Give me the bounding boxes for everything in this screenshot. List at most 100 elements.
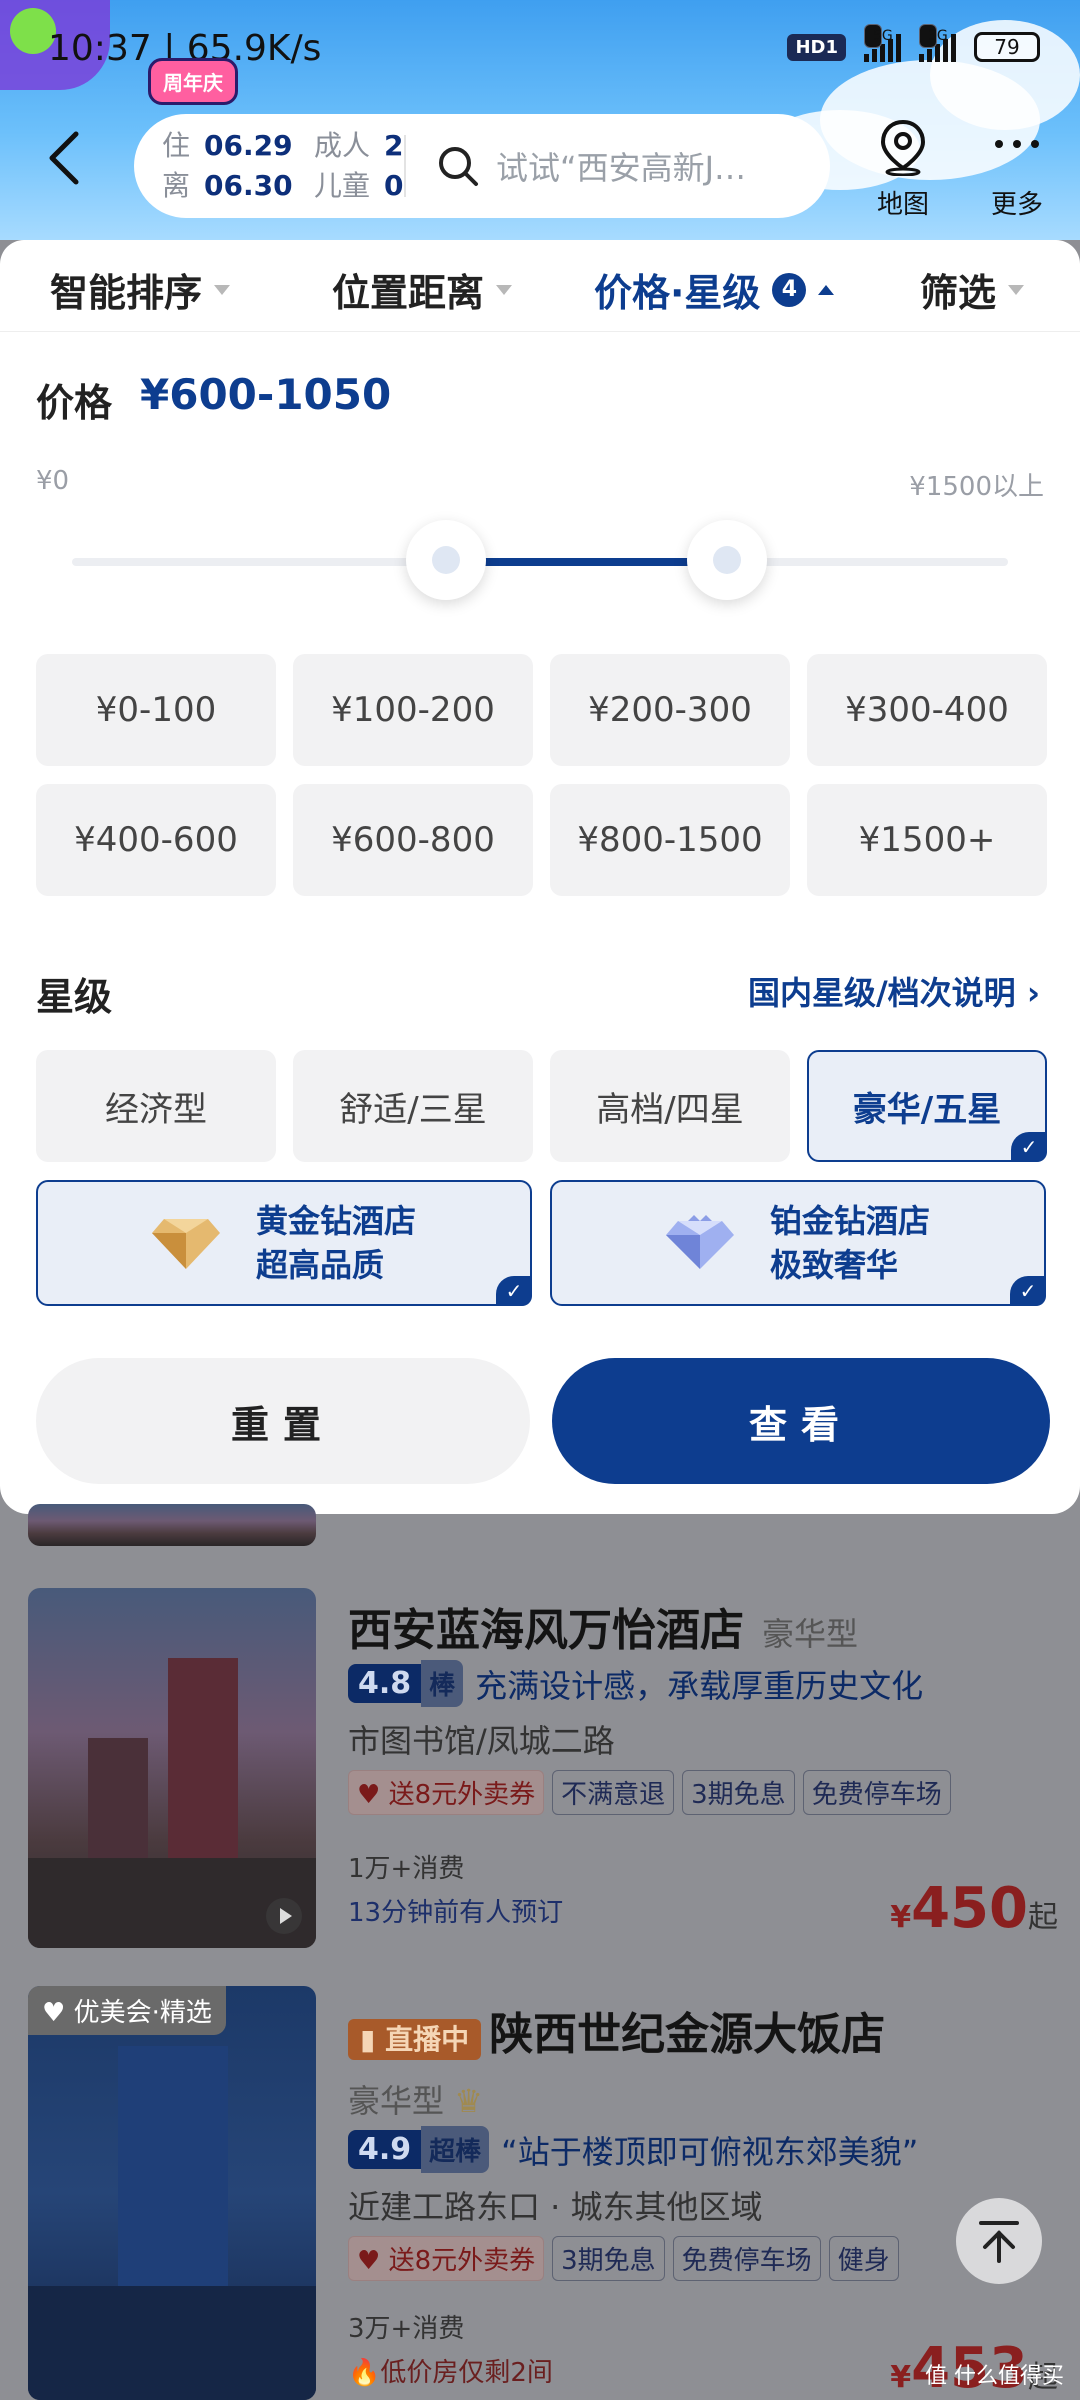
back-arrow-icon: [49, 131, 79, 185]
tab-label: 筛选: [920, 271, 997, 315]
low-price-note: 🔥低价房仅剩2间: [348, 2358, 553, 2388]
checkout-date: 06.30: [204, 169, 293, 202]
price-option-chip[interactable]: ¥200-300: [550, 654, 790, 766]
price-option-chip[interactable]: ¥1500+: [807, 784, 1047, 896]
flame-icon: 🔥: [348, 2358, 381, 2388]
recent-booking: 13分钟前有人预订: [348, 1898, 564, 1928]
hotel-tags: ♥ 送8元外卖券 不满意退 3期免息 免费停车场: [348, 1770, 951, 1815]
more-button[interactable]: 更多: [990, 118, 1044, 221]
hotel-rating: 4.8 棒 充满设计感，承载厚重历史文化: [348, 1660, 923, 1707]
star-option-luxury[interactable]: 豪华/五星 ✓: [807, 1050, 1047, 1162]
rating-score: 4.8: [348, 1664, 422, 1703]
hotel-tags: ♥ 送8元外卖券 3期免息 免费停车场 健身: [348, 2236, 899, 2281]
checkout-label: 离: [162, 169, 191, 202]
more-dots-icon: [995, 140, 1039, 148]
diamond-title: 铂金钻酒店: [770, 1202, 931, 1240]
search-input[interactable]: 试试“西安高新J…: [496, 143, 746, 189]
diamond-subtitle: 超高品质: [256, 1246, 385, 1284]
battery-icon: 79: [974, 32, 1040, 62]
feature-tag: 健身: [828, 2236, 899, 2281]
tab-label: 价格·星级: [594, 271, 761, 315]
price-option-chip[interactable]: ¥600-800: [293, 784, 533, 896]
chevron-right-icon: ›: [1026, 974, 1040, 1012]
heart-icon: ♥: [357, 1780, 381, 1810]
children-count: 0: [384, 169, 404, 202]
search-bar[interactable]: 住 06.29 成人 2 离 06.30 儿童 0 试试“西安高新J…: [134, 114, 830, 218]
hotel-address: 近建工路东口 · 城东其他区域: [348, 2188, 763, 2226]
date-guest-selector[interactable]: 住 06.29 成人 2 离 06.30 儿童 0: [134, 126, 404, 206]
price-slider-fill: [446, 558, 728, 566]
price-star-filter-panel: 价格 ¥600-1050 ¥0 ¥1500以上 ¥0-100 ¥100-200 …: [0, 332, 1080, 1514]
hotel-rating: 4.9 超棒 “站于楼顶即可俯视东郊美貌”: [348, 2126, 918, 2173]
price-option-chip[interactable]: ¥100-200: [293, 654, 533, 766]
tab-price-star[interactable]: 价格·星级 4: [594, 262, 835, 317]
price-option-chip[interactable]: ¥300-400: [807, 654, 1047, 766]
star-explain-label: 国内星级/档次说明: [747, 974, 1016, 1012]
star-option-premium[interactable]: 高档/四星: [550, 1050, 790, 1162]
back-button[interactable]: [44, 128, 94, 198]
filter-count-badge: 4: [772, 272, 807, 307]
star-option-comfort[interactable]: 舒适/三星: [293, 1050, 533, 1162]
crown-icon: ♛: [454, 2082, 483, 2120]
hotel-image: [28, 1986, 316, 2400]
selected-price-range: ¥600-1050: [140, 370, 392, 419]
reset-button[interactable]: 重置: [36, 1358, 530, 1484]
tab-label: 位置距离: [332, 271, 485, 315]
feature-tag: 免费停车场: [802, 1770, 951, 1815]
feature-tag: 免费停车场: [672, 2236, 821, 2281]
coupon-tag: ♥ 送8元外卖券: [348, 2236, 545, 2281]
diamond-title: 黄金钻酒店: [256, 1202, 417, 1240]
price-option-chip[interactable]: ¥800-1500: [550, 784, 790, 896]
feature-tag: 3期免息: [552, 2236, 665, 2281]
hotel-name: ▮ 直播中 陕西世纪金源大饭店: [348, 1998, 885, 2062]
sort-bar: 智能排序 位置距离 价格·星级 4 筛选: [0, 240, 1080, 332]
tab-smart-sort[interactable]: 智能排序: [50, 262, 231, 317]
hotel-list: 西安蓝海风万怡酒店 豪华型 4.8 棒 充满设计感，承载厚重历史文化 市图书馆/凤…: [0, 1504, 1080, 2400]
adults-label: 成人: [314, 129, 371, 162]
gold-diamond-option[interactable]: 黄金钻酒店 超高品质 ✓: [36, 1180, 532, 1306]
heart-icon: ♥: [357, 2246, 381, 2276]
diamond-subtitle: 极致奢华: [770, 1246, 899, 1284]
consume-count: 1万+消费: [348, 1854, 465, 1884]
status-icons: HD1 5G 3G 79: [787, 24, 1040, 62]
map-button[interactable]: 地图: [876, 118, 930, 221]
tab-label: 智能排序: [50, 271, 203, 315]
caret-up-icon: [818, 284, 835, 295]
check-icon: ✓: [496, 1276, 532, 1306]
diamond-options: 黄金钻酒店 超高品质 ✓ 铂金钻酒店 极致奢华 ✓: [36, 1180, 1046, 1306]
checkin-label: 住: [162, 129, 191, 162]
rating-label: 棒: [421, 1660, 464, 1707]
price-slider-low-handle[interactable]: [406, 520, 487, 600]
review-snippet: 充满设计感，承载厚重历史文化: [475, 1666, 924, 1705]
coupon-tag: ♥ 送8元外卖券: [348, 1770, 545, 1815]
consume-count: 3万+消费: [348, 2314, 465, 2344]
feature-tag: 3期免息: [682, 1770, 795, 1815]
check-icon: ✓: [1010, 1276, 1046, 1306]
hotel-type: 豪华型: [762, 1615, 859, 1653]
map-label: 地图: [876, 190, 929, 220]
tab-location-distance[interactable]: 位置距离: [332, 262, 513, 317]
price-option-chip[interactable]: ¥0-100: [36, 654, 276, 766]
price-option-chip[interactable]: ¥400-600: [36, 784, 276, 896]
header: 10:37 | 65.9K/s 周年庆 HD1 5G 3G 79 住 06.29…: [0, 0, 1080, 240]
signal-5g-icon: 5G: [864, 24, 901, 62]
star-option-chips: 经济型 舒适/三星 高档/四星 豪华/五星 ✓: [36, 1050, 1048, 1162]
view-results-button[interactable]: 查看: [552, 1358, 1050, 1484]
map-pin-icon: [880, 119, 926, 176]
star-option-economy[interactable]: 经济型: [36, 1050, 276, 1162]
video-play-icon: [266, 1898, 302, 1934]
star-explain-link[interactable]: 国内星级/档次说明 ›: [748, 968, 1040, 1014]
live-badge: ▮ 直播中: [348, 2019, 482, 2060]
platinum-diamond-icon: [666, 1215, 734, 1269]
more-label: 更多: [990, 190, 1043, 220]
price-slider-high-handle[interactable]: [687, 520, 768, 600]
price-max-label: ¥1500以上: [909, 472, 1044, 502]
tab-filter[interactable]: 筛选: [920, 262, 1025, 317]
platinum-diamond-option[interactable]: 铂金钻酒店 极致奢华 ✓: [550, 1180, 1046, 1306]
heart-icon: ♥: [42, 1998, 66, 2028]
scroll-to-top-button[interactable]: [956, 2198, 1042, 2284]
price-title: 价格: [36, 381, 113, 425]
star-title: 星级: [36, 975, 113, 1019]
adults-count: 2: [384, 129, 404, 162]
caret-down-icon: [496, 284, 513, 295]
